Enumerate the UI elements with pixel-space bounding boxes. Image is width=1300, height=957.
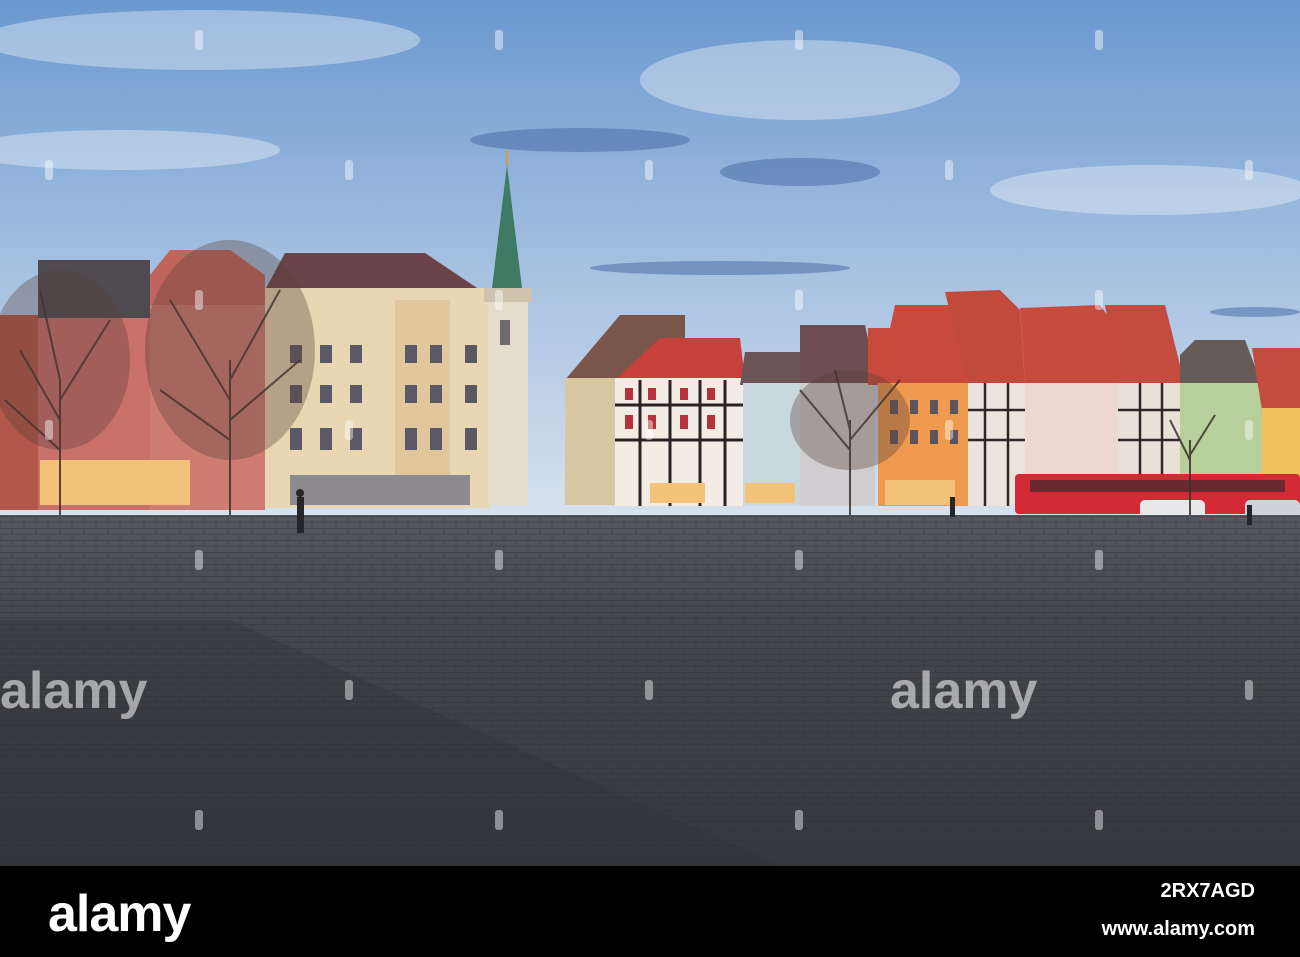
photo-erfurt-square: alamy alamy	[0, 0, 1300, 866]
watermark-right: alamy	[890, 662, 1038, 720]
watermark-left: alamy	[0, 662, 148, 720]
stock-photo-page: alamy alamy alamy 2RX7AGD www.alamy.com	[0, 0, 1300, 957]
alamy-logo[interactable]: alamy	[48, 884, 191, 944]
site-url-link[interactable]: www.alamy.com	[1050, 918, 1255, 941]
image-id-label: 2RX7AGD	[1160, 880, 1255, 902]
stock-footer-bar: alamy 2RX7AGD www.alamy.com	[0, 866, 1300, 957]
